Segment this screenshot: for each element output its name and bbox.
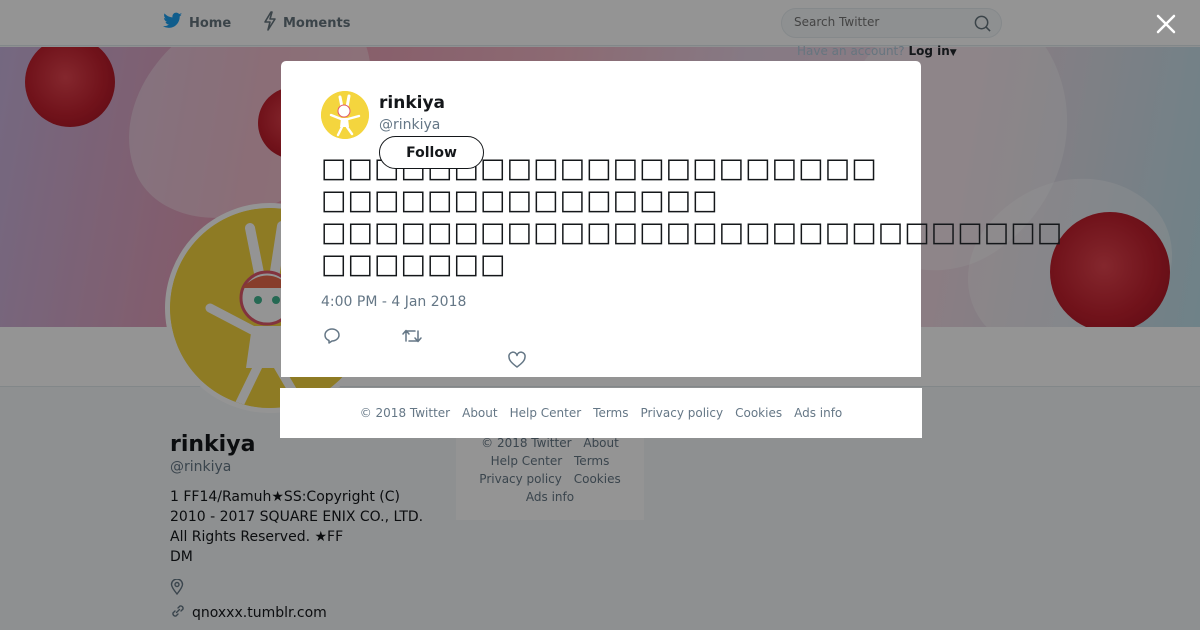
retweet-icon[interactable] [401,326,423,348]
modal-footer-help-link[interactable]: Help Center [510,406,582,420]
tweet-text-line: □□□□□□□□□□□□□□□ [321,185,719,216]
tweet-author-handle[interactable]: @rinkiya [379,117,440,133]
modal-footer-ads-link[interactable]: Ads info [794,406,842,420]
tweet-modal: rinkiya @rinkiya □□□□□□□□□□□□□□□□□□□□□ □… [281,61,1064,377]
tweet-author-name[interactable]: rinkiya [379,93,445,113]
tweet-text-line: □□□□□□□ [321,249,507,280]
modal-footer-copyright: © 2018 Twitter [359,406,451,420]
heart-icon[interactable] [507,350,529,372]
modal-footer-about-link[interactable]: About [462,406,497,420]
login-link[interactable]: Log in [908,44,949,58]
tweet-timestamp[interactable]: 4:00 PM - 4 Jan 2018 [321,294,466,310]
close-icon[interactable] [1152,10,1180,38]
reply-icon[interactable] [322,326,344,348]
modal-footer-cookies-link[interactable]: Cookies [735,406,782,420]
modal-footer: © 2018 Twitter About Help Center Terms P… [280,388,922,438]
follow-button[interactable]: Follow [379,136,484,169]
tweet-text-line: □□□□□□□□□□□□□□□□□□□□□□□□□□□□ [321,217,1064,248]
modal-footer-terms-link[interactable]: Terms [593,406,628,420]
tweet-text: □□□□□□□□□□□□□□□□□□□□□ □□□□□□□□□□□□□□□ □□… [321,153,1064,281]
account-prompt-text: Have an account? [797,44,905,58]
login-prompt: Have an account? Log in▼ [797,44,957,58]
modal-footer-privacy-link[interactable]: Privacy policy [641,406,724,420]
caret-down-icon[interactable]: ▼ [950,48,957,58]
tweet-author-avatar[interactable] [321,91,369,139]
